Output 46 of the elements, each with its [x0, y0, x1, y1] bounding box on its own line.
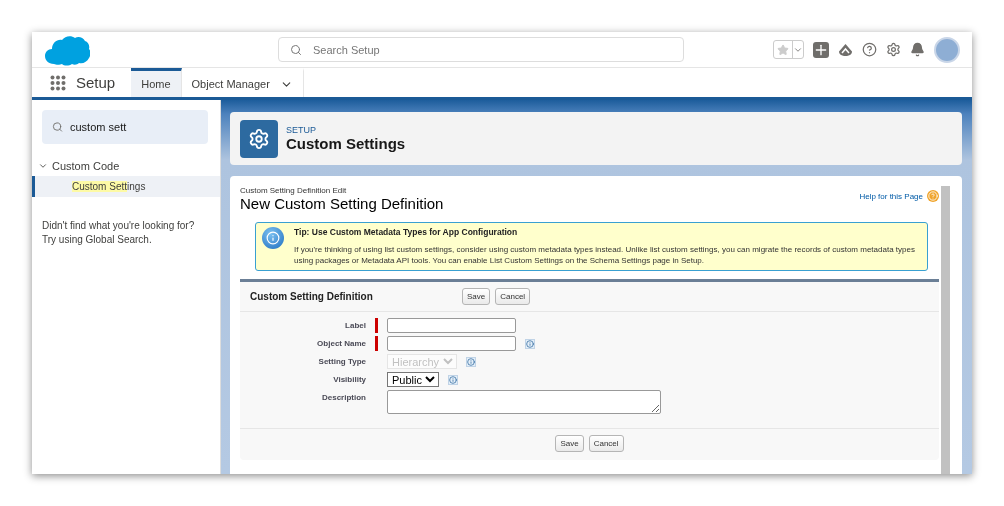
info-icon [262, 227, 284, 249]
favorites-button[interactable] [773, 40, 804, 59]
breadcrumb: Custom Setting Definition Edit [240, 186, 348, 195]
tree-item[interactable]: Custom Settings [32, 176, 220, 197]
select-field[interactable]: Public [387, 372, 439, 387]
field-label: Description [321, 392, 366, 402]
form-title: New Custom Setting Definition [240, 195, 444, 212]
bell-icon[interactable] [910, 42, 925, 57]
field-label: Object Name [316, 338, 366, 348]
help-link[interactable]: Help for this Page [859, 190, 939, 202]
help-note: Didn't find what you're looking for? Try using Global Search. [42, 219, 196, 247]
search-icon [52, 121, 63, 133]
settings-icon [240, 119, 278, 158]
tip-text: If you're thinking of using list custom settings, consider using custom metadata types instead. Unlike list custom settings, you can migrate the records of custom metadata types using packages or Metadata API tools. You can enable List Custom Settings on the Schema Settings page in Setup. [294, 245, 916, 266]
text-input[interactable] [387, 318, 516, 333]
avatar[interactable] [934, 36, 960, 63]
settings-icon[interactable] [886, 42, 901, 57]
tree-group[interactable]: Custom Code [32, 156, 126, 176]
page-eyebrow: SETUP [286, 125, 317, 135]
chevron-icon [38, 161, 48, 171]
text-area[interactable] [387, 390, 661, 414]
scrollbar[interactable] [941, 186, 950, 474]
info-icon[interactable] [448, 375, 458, 385]
nav-tab[interactable]: Home [131, 68, 182, 97]
form-button[interactable]: Cancel [588, 435, 624, 452]
page-title: Custom Settings [286, 135, 406, 152]
add-icon[interactable] [813, 41, 829, 58]
mountain-icon[interactable] [838, 42, 853, 57]
help-icon[interactable] [862, 42, 877, 57]
form-button[interactable]: Save [462, 288, 491, 305]
form-button[interactable]: Save [555, 435, 584, 452]
app-name: Setup [76, 73, 116, 93]
text-input[interactable] [387, 336, 516, 351]
search-icon [290, 43, 302, 56]
section-title: Custom Setting Definition [250, 291, 374, 302]
field-label: Visibility [332, 374, 366, 384]
star-icon [777, 43, 789, 56]
search-field[interactable]: Search Setup [278, 37, 684, 62]
form-button[interactable]: Cancel [495, 288, 531, 305]
cloud-logo [44, 33, 90, 66]
tip-title: Tip: Use Custom Metadata Types for App Configuration [294, 227, 519, 237]
field-label: Setting Type [317, 356, 366, 366]
info-icon[interactable] [525, 339, 535, 349]
search-field[interactable]: custom sett [42, 110, 208, 144]
field-label: Label [344, 320, 366, 330]
app-launcher-icon[interactable] [50, 74, 66, 91]
